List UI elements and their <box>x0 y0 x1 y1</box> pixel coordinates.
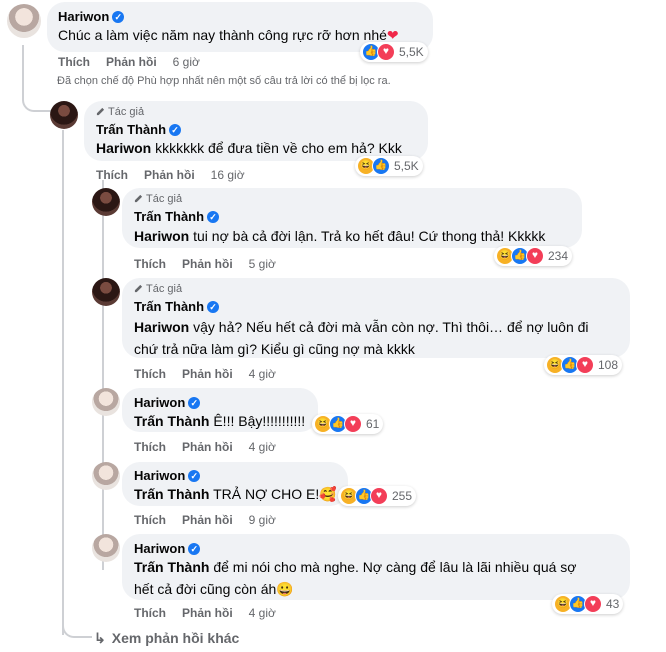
reaction-summary[interactable]: 😆 👍 ♥ 255 <box>338 486 417 506</box>
verified-icon: ✓ <box>188 470 201 482</box>
reaction-summary[interactable]: 😆 👍 ♥ 108 <box>544 355 623 375</box>
like-button[interactable]: Thích <box>96 168 128 182</box>
author-badge: Tác giả <box>96 106 144 118</box>
reply-button[interactable]: Phản hồi <box>106 55 157 69</box>
thread-line-bottom <box>62 620 92 638</box>
pencil-icon <box>134 284 143 293</box>
love-reaction-icon: ♥ <box>584 595 602 613</box>
author-name[interactable]: Hariwon ✓ <box>134 541 201 556</box>
comment-text: Trấn Thành để mi nói cho mà nghe. Nợ càn… <box>134 559 577 597</box>
author-name[interactable]: Trấn Thành ✓ <box>134 299 220 314</box>
avatar[interactable] <box>92 388 120 416</box>
timestamp[interactable]: 4 giờ <box>249 440 276 454</box>
timestamp[interactable]: 5 giờ <box>249 257 276 271</box>
timestamp[interactable]: 16 giờ <box>211 168 245 182</box>
reply-button[interactable]: Phản hồi <box>182 440 233 454</box>
like-button[interactable]: Thích <box>134 367 166 381</box>
author-name[interactable]: Trấn Thành ✓ <box>134 209 220 224</box>
reaction-count: 43 <box>606 597 620 611</box>
reaction-count: 255 <box>392 489 413 503</box>
thread-line-main-2 <box>62 130 64 635</box>
avatar[interactable] <box>50 101 78 129</box>
verified-icon: ✓ <box>207 301 220 313</box>
comment-actions: Thích Phản hồi 6 giờ <box>58 55 200 69</box>
verified-icon: ✓ <box>169 124 182 136</box>
verified-icon: ✓ <box>207 211 220 223</box>
love-reaction-icon: ♥ <box>344 415 362 433</box>
like-button[interactable]: Thích <box>134 257 166 271</box>
comment-text: Trấn Thành Ê!!! Bậy!!!!!!!!!!! <box>134 413 306 429</box>
reply-button[interactable]: Phản hồi <box>144 168 195 182</box>
reaction-count: 5,5K <box>394 159 419 173</box>
like-reaction-icon: 👍 <box>372 157 390 175</box>
more-replies-link[interactable]: ↳ Xem phản hồi khác <box>94 630 239 647</box>
love-reaction-icon: ♥ <box>370 487 388 505</box>
comment-text: Trấn Thành TRẢ NỢ CHO E!🥰 <box>134 486 337 502</box>
timestamp[interactable]: 4 giờ <box>249 606 276 620</box>
reaction-summary[interactable]: 😆 👍 5,5K <box>355 156 423 176</box>
pencil-icon <box>96 107 105 116</box>
reply-button[interactable]: Phản hồi <box>182 257 233 271</box>
avatar[interactable] <box>7 4 41 38</box>
comment-actions: Thích Phản hồi 4 giờ <box>134 606 276 620</box>
reaction-summary[interactable]: 😆 👍 ♥ 61 <box>312 414 384 434</box>
verified-icon: ✓ <box>188 397 201 409</box>
timestamp[interactable]: 9 giờ <box>249 513 276 527</box>
filter-notice: Đã chọn chế độ Phù hợp nhất nên một số c… <box>57 75 391 87</box>
mention-link[interactable]: Trấn Thành <box>134 486 209 502</box>
love-reaction-icon: ♥ <box>377 43 395 61</box>
like-button[interactable]: Thích <box>134 440 166 454</box>
comment-text: Hariwon tui nợ bà cả đời lận. Trả ko hết… <box>134 228 546 244</box>
reaction-summary[interactable]: 😆 👍 ♥ 234 <box>494 246 573 266</box>
author-badge: Tác giả <box>134 193 182 205</box>
mention-link[interactable]: Hariwon <box>134 228 189 244</box>
like-button[interactable]: Thích <box>134 513 166 527</box>
reaction-count: 61 <box>366 417 380 431</box>
author-badge: Tác giả <box>134 283 182 295</box>
timestamp[interactable]: 6 giờ <box>173 55 200 69</box>
reaction-count: 234 <box>548 249 569 263</box>
comment-actions: Thích Phản hồi 5 giờ <box>134 257 276 271</box>
verified-icon: ✓ <box>112 11 125 23</box>
reply-button[interactable]: Phản hồi <box>182 606 233 620</box>
mention-link[interactable]: Hariwon <box>96 140 151 156</box>
avatar[interactable] <box>92 278 120 306</box>
reaction-summary[interactable]: 😆 👍 ♥ 43 <box>552 594 624 614</box>
like-button[interactable]: Thích <box>134 606 166 620</box>
reply-arrow-icon: ↳ <box>94 630 106 646</box>
mention-link[interactable]: Trấn Thành <box>134 413 209 429</box>
author-name[interactable]: Hariwon ✓ <box>134 468 201 483</box>
thread-line-nested <box>102 180 104 570</box>
heart-emoji-icon: ❤ <box>386 27 399 43</box>
comment-actions: Thích Phản hồi 4 giờ <box>134 367 276 381</box>
love-reaction-icon: ♥ <box>526 247 544 265</box>
author-name[interactable]: Hariwon ✓ <box>134 395 201 410</box>
love-reaction-icon: ♥ <box>576 356 594 374</box>
avatar[interactable] <box>92 188 120 216</box>
mention-link[interactable]: Trấn Thành <box>134 559 209 575</box>
comment-actions: Thích Phản hồi 4 giờ <box>134 440 276 454</box>
mention-link[interactable]: Hariwon <box>134 319 189 335</box>
comment-text: Hariwon vậy hả? Nếu hết cả đời mà vẫn cò… <box>134 319 589 357</box>
like-button[interactable]: Thích <box>58 55 90 69</box>
author-name[interactable]: Trấn Thành ✓ <box>96 122 182 137</box>
reaction-summary[interactable]: 👍 ♥ 5,5K <box>360 42 428 62</box>
reply-button[interactable]: Phản hồi <box>182 513 233 527</box>
author-name[interactable]: Hariwon ✓ <box>58 9 125 24</box>
reaction-count: 108 <box>598 358 619 372</box>
pencil-icon <box>134 194 143 203</box>
avatar[interactable] <box>92 462 120 490</box>
reaction-count: 5,5K <box>399 45 424 59</box>
reply-button[interactable]: Phản hồi <box>182 367 233 381</box>
comment-actions: Thích Phản hồi 9 giờ <box>134 513 276 527</box>
verified-icon: ✓ <box>188 543 201 555</box>
grinning-emoji-icon: 😀 <box>276 581 294 597</box>
avatar[interactable] <box>92 534 120 562</box>
timestamp[interactable]: 4 giờ <box>249 367 276 381</box>
smiling-hearts-emoji-icon: 🥰 <box>319 486 337 502</box>
comment-actions: Thích Phản hồi 16 giờ <box>96 168 245 182</box>
